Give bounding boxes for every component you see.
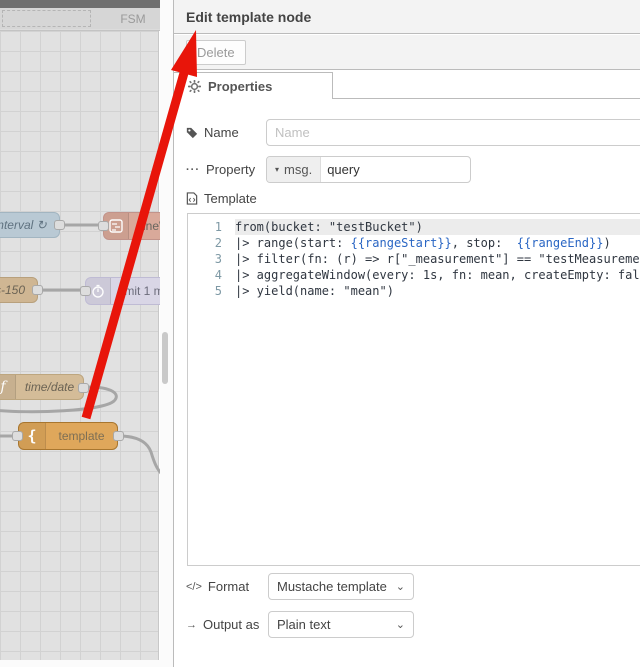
node-template-selected[interactable]: { template	[12, 422, 124, 450]
node-s150[interactable]: s-150	[0, 277, 43, 303]
tray-toolbar: Delete	[174, 35, 640, 70]
tab-focus-outline	[2, 10, 91, 27]
template-code-editor[interactable]: 1 from(bucket: "testBucket") 2 |> range(sta…	[187, 213, 640, 566]
app-header-strip	[0, 0, 160, 8]
property-type-button[interactable]: ▾ msg.	[267, 157, 322, 182]
canvas-scroll-area	[0, 660, 160, 667]
tag-icon	[186, 127, 198, 139]
node-red-editor: FSM nterval ↻ sineW s-150	[0, 0, 640, 667]
node-sinewave[interactable]: sineW	[98, 212, 160, 240]
flow-tab-fsm[interactable]: FSM	[93, 8, 160, 29]
code-line[interactable]: 3 |> filter(fn: (r) => r["_measurement"] …	[188, 251, 640, 267]
code-text: |> aggregateWindow(every: 1s, fn: mean, …	[235, 268, 640, 282]
node-label: limit 1 ms	[119, 284, 160, 298]
code-text: |> filter(fn: (r) => r["_measurement"] =…	[235, 252, 640, 266]
tab-properties[interactable]: Properties	[174, 72, 333, 99]
code-text: from(bucket: "testBucket")	[235, 219, 640, 235]
output-select-value: Plain text	[277, 617, 331, 632]
input-port[interactable]	[80, 286, 91, 296]
tray-title: Edit template node	[186, 8, 312, 25]
output-port[interactable]	[54, 220, 65, 230]
line-number: 1	[188, 219, 235, 235]
template-icon: {	[19, 423, 46, 449]
gear-icon	[188, 79, 201, 93]
output-select[interactable]: Plain text ⌄	[268, 611, 414, 638]
function-icon: f	[0, 375, 16, 399]
code-text: |> range(start: {{rangeStart}}, stop: {{…	[235, 236, 611, 250]
flow-workspace: FSM nterval ↻ sineW s-150	[0, 0, 160, 667]
file-code-icon	[186, 192, 198, 205]
flow-tab-1[interactable]	[0, 8, 94, 29]
scrollbar-thumb[interactable]	[162, 332, 168, 384]
flow-tab-bar: FSM	[0, 8, 160, 31]
format-select-value: Mustache template	[277, 579, 387, 594]
name-field-label: Name	[186, 125, 239, 140]
node-label: nterval ↻	[0, 218, 47, 232]
node-interval[interactable]: nterval ↻	[0, 212, 65, 238]
tab-properties-label: Properties	[208, 78, 273, 94]
code-icon: </>	[186, 580, 202, 593]
property-value[interactable]: query	[321, 157, 366, 182]
property-typed-input[interactable]: ▾ msg. query	[266, 156, 471, 183]
format-field-label: </> Format	[186, 579, 250, 594]
flow-canvas[interactable]	[0, 31, 159, 660]
flow-tab-label: FSM	[120, 11, 146, 26]
ellipsis-icon: ···	[186, 163, 200, 176]
input-port[interactable]	[12, 431, 23, 441]
node-label: time/date	[24, 380, 75, 394]
output-port[interactable]	[113, 431, 124, 441]
node-limit-1ms[interactable]: limit 1 ms	[80, 277, 160, 305]
name-input[interactable]	[266, 119, 640, 146]
line-number: 4	[188, 267, 235, 283]
property-type-prefix: msg.	[284, 162, 313, 177]
input-port[interactable]	[98, 221, 109, 231]
tray-header: Edit template node	[174, 0, 640, 34]
node-label: sineW	[137, 219, 160, 233]
code-line[interactable]: 5 |> yield(name: "mean")	[188, 283, 640, 299]
code-line[interactable]: 4 |> aggregateWindow(every: 1s, fn: mean,…	[188, 267, 640, 283]
output-port[interactable]	[32, 285, 43, 295]
line-number: 5	[188, 283, 235, 299]
node-label: template	[58, 429, 105, 443]
delete-button[interactable]: Delete	[186, 40, 246, 65]
output-port[interactable]	[78, 383, 89, 393]
chevron-down-icon: ⌄	[395, 619, 405, 631]
workspace-scrollbar	[160, 0, 173, 667]
line-number: 3	[188, 251, 235, 267]
code-line[interactable]: 1 from(bucket: "testBucket")	[188, 214, 640, 235]
line-number: 2	[188, 235, 235, 251]
arrow-right-icon: →	[186, 618, 197, 631]
node-timedate[interactable]: f time/date	[0, 374, 89, 400]
edit-node-tray: Edit template node Delete Properties Nam…	[173, 0, 640, 667]
code-line[interactable]: 2 |> range(start: {{rangeStart}}, stop: {…	[188, 235, 640, 251]
chevron-down-icon: ⌄	[395, 581, 405, 593]
tray-body: Name ··· Property ▾ msg. query Templ	[174, 99, 640, 667]
output-field-label: → Output as	[186, 617, 260, 632]
code-text: |> yield(name: "mean")	[235, 284, 394, 298]
tray-tab-bar: Properties	[174, 70, 640, 99]
dropdown-caret-icon: ▾	[275, 165, 280, 174]
property-field-label: ··· Property	[186, 162, 256, 177]
template-field-label: Template	[186, 191, 257, 206]
format-select[interactable]: Mustache template ⌄	[268, 573, 414, 600]
